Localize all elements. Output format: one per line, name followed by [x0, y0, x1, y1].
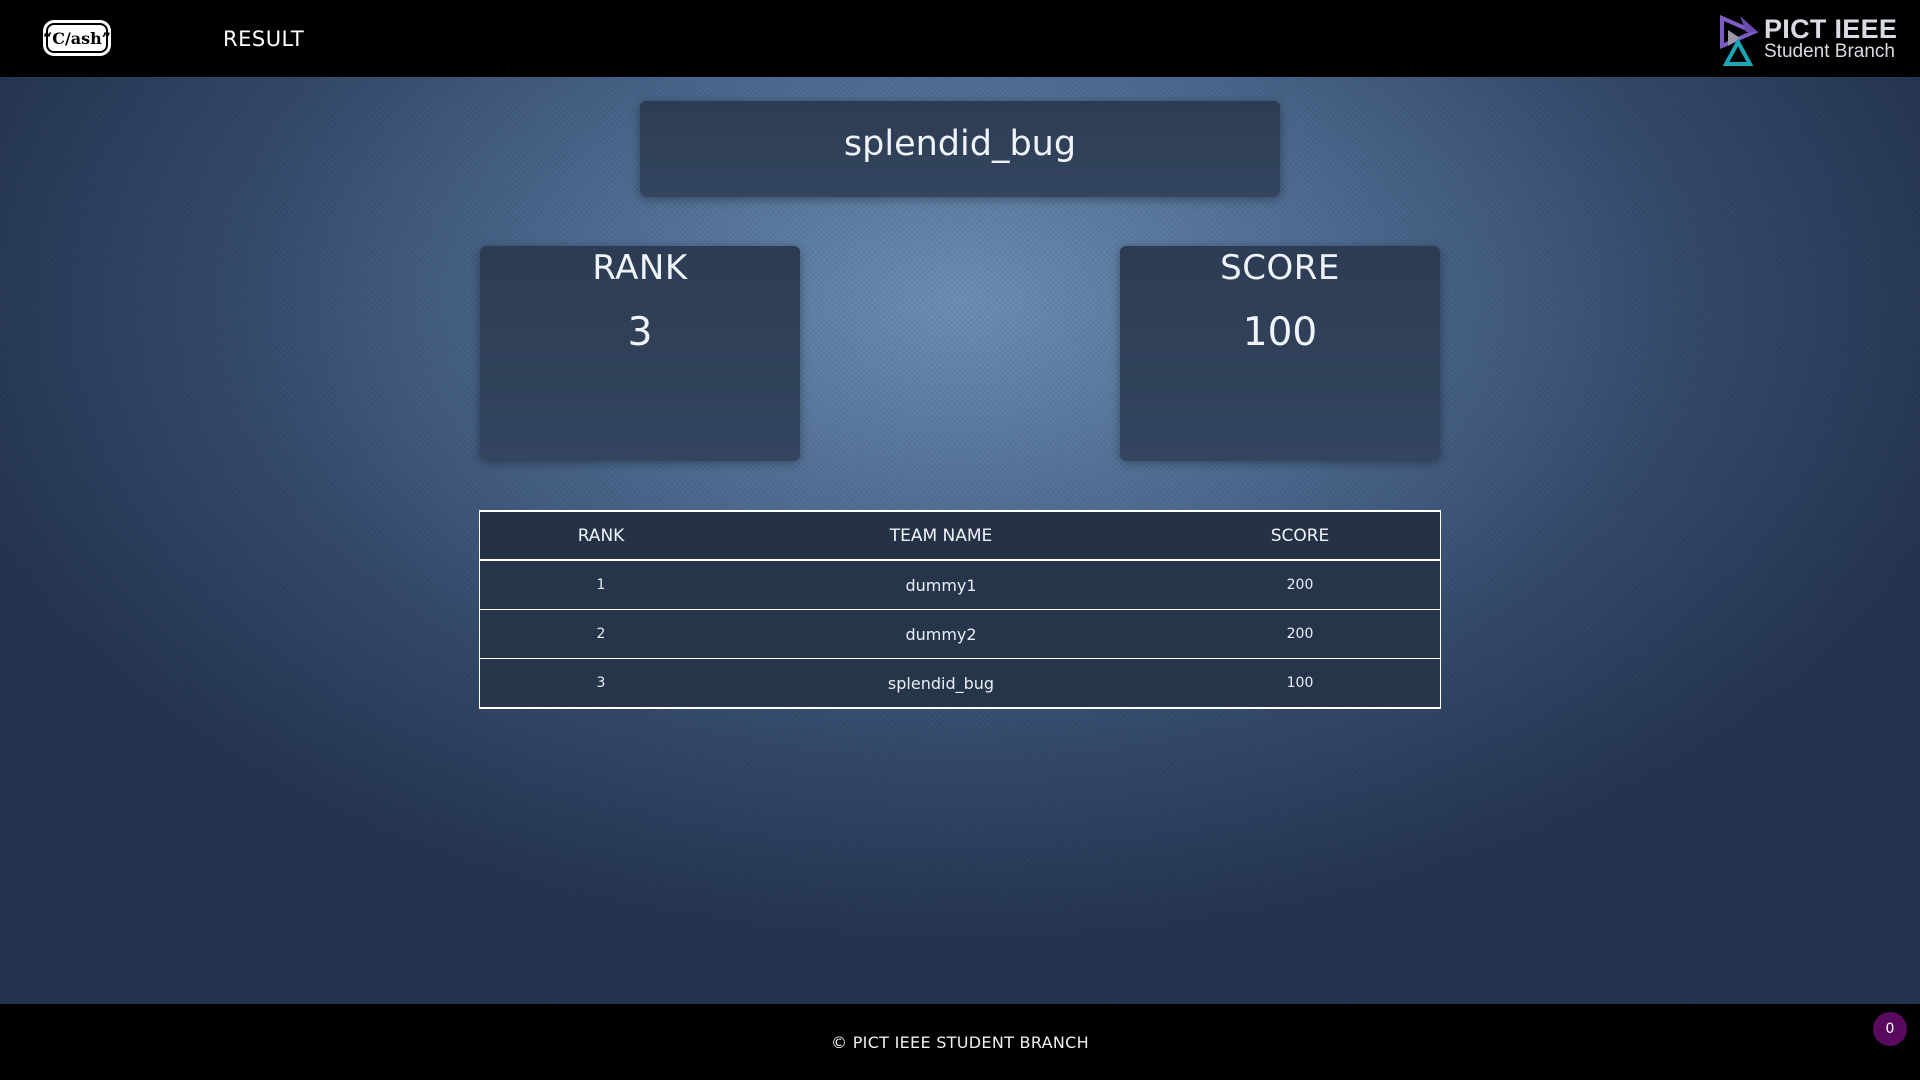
logo-text: “C/ash” [43, 28, 111, 48]
header-team-name: TEAM NAME [722, 511, 1160, 561]
table-row: 3 splendid_bug 100 [480, 658, 1440, 708]
team-name: splendid_bug [843, 124, 1077, 164]
copyright-text: © PICT IEEE STUDENT BRANCH [831, 1032, 1089, 1052]
footer: © PICT IEEE STUDENT BRANCH 0 [0, 1004, 1920, 1080]
pict-ieee-brand[interactable]: PICT IEEE Student Branch [1718, 10, 1908, 66]
notification-badge[interactable]: 0 [1873, 1012, 1907, 1046]
rank-label: RANK [592, 248, 688, 288]
table-row: 2 dummy2 200 [480, 609, 1440, 659]
cell-score: 200 [1160, 559, 1440, 610]
rank-value: 3 [627, 310, 653, 355]
nav-result-link[interactable]: RESULT [223, 27, 304, 51]
cell-team: splendid_bug [722, 658, 1160, 708]
cell-rank: 1 [480, 559, 722, 610]
cell-rank: 2 [480, 609, 722, 659]
header-rank: RANK [480, 511, 722, 561]
cell-score: 200 [1160, 609, 1440, 659]
score-label: SCORE [1220, 248, 1340, 288]
clash-logo[interactable]: “C/ash” [43, 23, 111, 53]
score-value: 100 [1242, 310, 1318, 355]
cell-rank: 3 [480, 658, 722, 708]
cell-score: 100 [1160, 658, 1440, 708]
pict-ieee-logo-icon [1720, 14, 1759, 66]
table-header-row: RANK TEAM NAME SCORE [480, 511, 1440, 561]
score-card: SCORE 100 [1120, 246, 1440, 461]
brand-subtitle: Student Branch [1764, 41, 1895, 62]
rank-card: RANK 3 [480, 246, 800, 461]
cell-team: dummy1 [722, 559, 1160, 610]
cell-team: dummy2 [722, 609, 1160, 659]
top-navbar: “C/ash” RESULT PICT IEEE Student Branch [0, 0, 1920, 77]
team-name-card: splendid_bug [640, 101, 1280, 197]
table-row: 1 dummy1 200 [480, 559, 1440, 610]
header-score: SCORE [1160, 511, 1440, 561]
leaderboard-table: RANK TEAM NAME SCORE 1 dummy1 200 2 dumm… [479, 510, 1441, 709]
